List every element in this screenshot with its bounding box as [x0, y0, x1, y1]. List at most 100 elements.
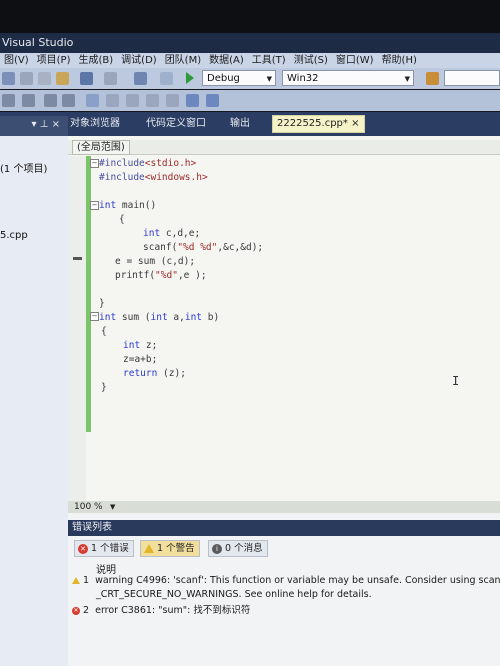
editor-margin	[68, 156, 86, 501]
navigate-back-icon[interactable]	[134, 72, 147, 85]
start-debugging-icon[interactable]	[186, 72, 194, 84]
errors-filter-button[interactable]: ✕ 1 个错误	[74, 540, 134, 557]
row-description: error C3861: "sum": 找不到标识符	[95, 605, 251, 616]
error-list-row[interactable]: ✕ 2 error C3861: "sum": 找不到标识符	[72, 605, 250, 617]
monitor-bezel	[0, 0, 500, 33]
outdent-icon[interactable]	[22, 94, 35, 107]
next-bookmark-doc-icon[interactable]	[186, 94, 199, 107]
warnings-count: 1 个警告	[157, 543, 195, 554]
errors-count: 1 个错误	[91, 543, 129, 554]
uncomment-icon[interactable]	[62, 94, 75, 107]
row-number: 2	[83, 605, 90, 616]
code-line: {	[119, 214, 125, 225]
menu-team[interactable]: 团队(M)	[161, 53, 205, 68]
change-tracking-bar	[86, 156, 91, 432]
tab-active-file-label: 2222525.cpp*	[277, 118, 348, 129]
text-editor-toolbar	[0, 90, 500, 111]
row-number: 1	[83, 575, 90, 586]
solution-project-count: (1 个项目)	[0, 164, 48, 175]
config-value: Debug	[207, 73, 240, 84]
code-line: int z;	[123, 340, 158, 351]
chevron-down-icon: ▼	[404, 75, 410, 83]
warning-icon	[72, 577, 80, 584]
clear-bookmarks-icon[interactable]	[206, 94, 219, 107]
undo-icon[interactable]	[80, 72, 93, 85]
menu-bar: 图(V) 项目(P) 生成(B) 调试(D) 团队(M) 数据(A) 工具(T)…	[0, 53, 500, 68]
code-line: printf("%d",e );	[115, 270, 207, 281]
error-list-row[interactable]: 1 warning C4996: 'scanf': This function …	[72, 575, 500, 587]
prev-bookmark-folder-icon[interactable]	[146, 94, 159, 107]
save-icon[interactable]	[2, 72, 15, 85]
menu-debug[interactable]: 调试(D)	[117, 53, 161, 68]
solution-explorer-panel	[0, 136, 69, 666]
menu-help[interactable]: 帮助(H)	[378, 53, 421, 68]
code-line: z=a+b;	[123, 354, 158, 365]
platform-value: Win32	[287, 73, 319, 84]
error-icon: ✕	[72, 606, 80, 615]
code-line: e = sum (c,d);	[115, 256, 196, 267]
code-line: #include<windows.h>	[99, 172, 208, 183]
pin-icon[interactable]: ▾ ⊥ ×	[32, 119, 60, 130]
code-line: scanf("%d %d",&c,&d);	[143, 242, 264, 253]
menu-tools[interactable]: 工具(T)	[248, 53, 290, 68]
indent-icon[interactable]	[2, 94, 15, 107]
code-line: int main()	[99, 200, 157, 211]
collapse-icon[interactable]: −	[90, 159, 99, 168]
error-icon: ✕	[78, 543, 88, 554]
text-cursor-icon: I	[452, 374, 460, 388]
messages-filter-button[interactable]: i0 个消息	[208, 540, 268, 557]
collapse-icon[interactable]: −	[90, 312, 99, 321]
code-line: int c,d,e;	[143, 228, 201, 239]
code-line: #include<stdio.h>	[99, 158, 197, 169]
window-title: Visual Studio	[0, 33, 500, 53]
info-icon: i	[212, 543, 222, 554]
scope-select[interactable]: (全局范围)	[72, 140, 130, 155]
solution-config-select[interactable]: Debug ▼	[202, 70, 276, 86]
chevron-down-icon[interactable]: ▼	[110, 501, 115, 513]
cut-icon[interactable]	[20, 72, 33, 85]
messages-count: 0 个消息	[225, 543, 263, 554]
next-bookmark-icon[interactable]	[126, 94, 139, 107]
platform-select[interactable]: Win32 ▼	[282, 70, 414, 86]
tab-active-file[interactable]: 2222525.cpp* ×	[272, 115, 365, 133]
solution-file-item[interactable]: 5.cpp	[0, 230, 28, 241]
copy-icon[interactable]	[38, 72, 51, 85]
comment-icon[interactable]	[44, 94, 57, 107]
paste-icon[interactable]	[56, 72, 69, 85]
menu-view[interactable]: 图(V)	[0, 53, 33, 68]
breakpoint-marker-icon	[73, 257, 82, 260]
navigate-forward-icon[interactable]	[160, 72, 173, 85]
code-line: {	[101, 326, 107, 337]
code-line: int sum (int a,int b)	[99, 312, 220, 323]
menu-window[interactable]: 窗口(W)	[332, 53, 378, 68]
code-line: }	[99, 298, 105, 309]
next-bookmark-folder-icon[interactable]	[166, 94, 179, 107]
tab-output[interactable]: 输出	[230, 117, 250, 131]
code-line: }	[101, 382, 107, 393]
menu-data[interactable]: 数据(A)	[205, 53, 248, 68]
bookmark-icon[interactable]	[86, 94, 99, 107]
find-icon[interactable]	[426, 72, 439, 85]
scope-bar: (全局范围)	[68, 140, 500, 155]
tab-object-browser[interactable]: 对象浏览器	[70, 117, 120, 131]
menu-project[interactable]: 项目(P)	[33, 53, 75, 68]
tab-code-definition[interactable]: 代码定义窗口	[146, 117, 206, 131]
row-description: warning C4996: 'scanf': This function or…	[95, 575, 500, 586]
error-list-row-continued: _CRT_SECURE_NO_WARNINGS. See online help…	[96, 589, 372, 600]
menu-build[interactable]: 生成(B)	[75, 53, 118, 68]
close-icon[interactable]: ×	[351, 118, 359, 129]
chevron-down-icon: ▼	[266, 75, 272, 83]
warnings-filter-button[interactable]: 1 个警告	[140, 540, 200, 557]
editor-status-bar: 100 % ▼	[68, 501, 500, 513]
zoom-level[interactable]: 100 %	[74, 501, 103, 513]
collapse-icon[interactable]: −	[90, 201, 99, 210]
code-line: return (z);	[123, 368, 186, 379]
column-description[interactable]: 说明	[96, 561, 116, 576]
warning-icon	[144, 544, 154, 553]
prev-bookmark-icon[interactable]	[106, 94, 119, 107]
find-box[interactable]	[444, 70, 500, 86]
solution-explorer-header: ▾ ⊥ ×	[0, 116, 68, 136]
error-list-header: 错误列表	[68, 520, 500, 536]
menu-test[interactable]: 测试(S)	[290, 53, 332, 68]
redo-icon[interactable]	[104, 72, 117, 85]
